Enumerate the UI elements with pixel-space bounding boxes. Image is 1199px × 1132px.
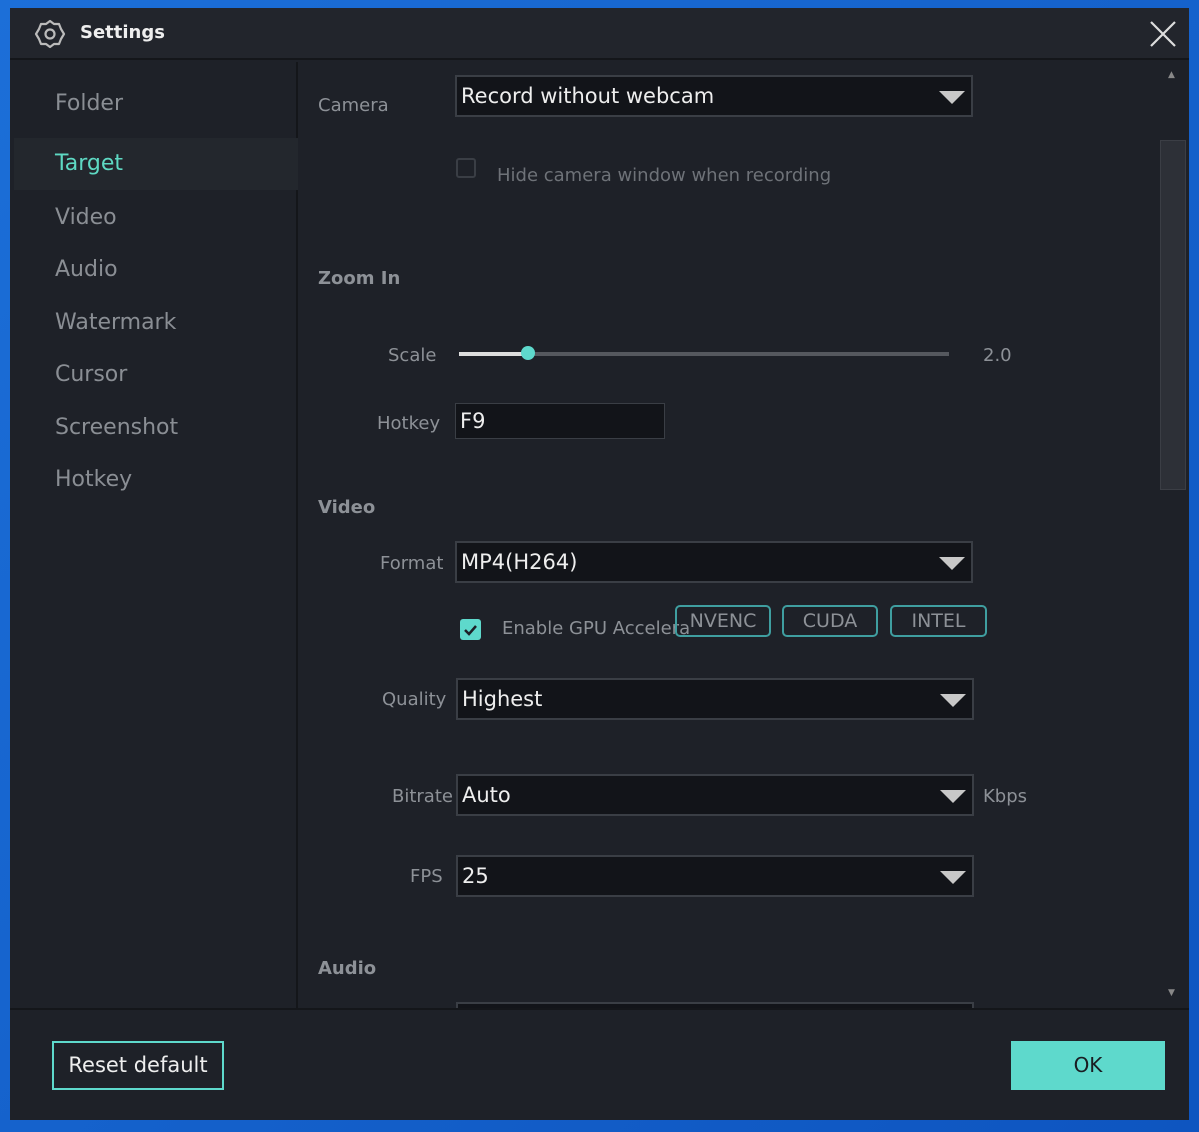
- hotkey-input[interactable]: F9: [455, 403, 665, 439]
- gpu-label: Enable GPU Accelera: [502, 618, 691, 639]
- format-value: MP4(H264): [461, 550, 578, 574]
- sidebar-item-audio[interactable]: Audio: [14, 244, 298, 296]
- scale-label: Scale: [388, 345, 437, 366]
- audio-section-title: Audio: [318, 958, 377, 979]
- hide-camera-checkbox[interactable]: [456, 158, 476, 178]
- quality-dropdown[interactable]: Highest: [456, 678, 974, 720]
- scale-value: 2.0: [983, 345, 1012, 366]
- gpu-checkbox[interactable]: [460, 619, 481, 640]
- chevron-down-icon: [939, 557, 965, 570]
- scrollbar-thumb[interactable]: [1160, 140, 1186, 490]
- scale-slider-fill: [459, 352, 528, 356]
- reset-default-button[interactable]: Reset default: [52, 1041, 224, 1090]
- scale-slider[interactable]: [459, 346, 949, 360]
- camera-label: Camera: [318, 95, 389, 116]
- zoom-section-title: Zoom In: [318, 268, 401, 289]
- camera-value: Record without webcam: [461, 84, 715, 108]
- gear-icon: [34, 19, 66, 49]
- bitrate-value: Auto: [462, 783, 511, 807]
- scale-slider-handle[interactable]: [520, 346, 535, 360]
- ok-button[interactable]: OK: [1011, 1041, 1165, 1090]
- sidebar-item-target[interactable]: Target: [14, 138, 298, 190]
- fps-label: FPS: [410, 866, 443, 887]
- intel-button[interactable]: INTEL: [890, 605, 987, 637]
- sidebar-item-screenshot[interactable]: Screenshot: [14, 402, 298, 454]
- chevron-down-icon: [940, 871, 966, 884]
- format-label: Format: [380, 553, 444, 574]
- format-dropdown[interactable]: MP4(H264): [455, 541, 973, 583]
- quality-value: Highest: [462, 687, 543, 711]
- sidebar-item-video[interactable]: Video: [14, 192, 298, 244]
- sidebar-item-cursor[interactable]: Cursor: [14, 349, 298, 401]
- hotkey-label: Hotkey: [377, 413, 441, 434]
- fps-dropdown[interactable]: 25: [456, 855, 974, 897]
- sidebar-item-hotkey[interactable]: Hotkey: [14, 454, 298, 506]
- settings-content: Camera Record without webcam Hide camera…: [300, 62, 1156, 1008]
- chevron-down-icon: [939, 91, 965, 104]
- cuda-button[interactable]: CUDA: [782, 605, 878, 637]
- settings-window: Settings Folder Target Video Audio Water…: [10, 8, 1189, 1120]
- title-bar: Settings: [10, 8, 1189, 60]
- quality-label: Quality: [382, 689, 447, 710]
- hide-camera-label: Hide camera window when recording: [497, 165, 832, 186]
- sidebar: Folder Target Video Audio Watermark Curs…: [10, 62, 298, 1008]
- chevron-down-icon: [940, 790, 966, 803]
- scroll-up-icon[interactable]: ▲: [1168, 70, 1175, 80]
- bitrate-dropdown[interactable]: Auto: [456, 774, 974, 816]
- scroll-down-icon[interactable]: ▼: [1168, 988, 1175, 998]
- scrollbar[interactable]: ▲ ▼: [1156, 62, 1189, 1008]
- camera-dropdown[interactable]: Record without webcam: [455, 75, 973, 117]
- bitrate-label: Bitrate: [392, 786, 453, 807]
- close-icon[interactable]: [1149, 20, 1177, 48]
- chevron-down-icon: [940, 694, 966, 707]
- nvenc-button[interactable]: NVENC: [675, 605, 771, 637]
- fps-value: 25: [462, 864, 489, 888]
- sidebar-item-folder[interactable]: Folder: [14, 78, 298, 130]
- checkmark-icon: [464, 625, 477, 636]
- bitrate-unit: Kbps: [983, 786, 1028, 807]
- footer: Reset default OK: [10, 1008, 1189, 1120]
- sidebar-item-watermark[interactable]: Watermark: [14, 297, 298, 349]
- window-title: Settings: [80, 22, 165, 43]
- video-section-title: Video: [318, 497, 376, 518]
